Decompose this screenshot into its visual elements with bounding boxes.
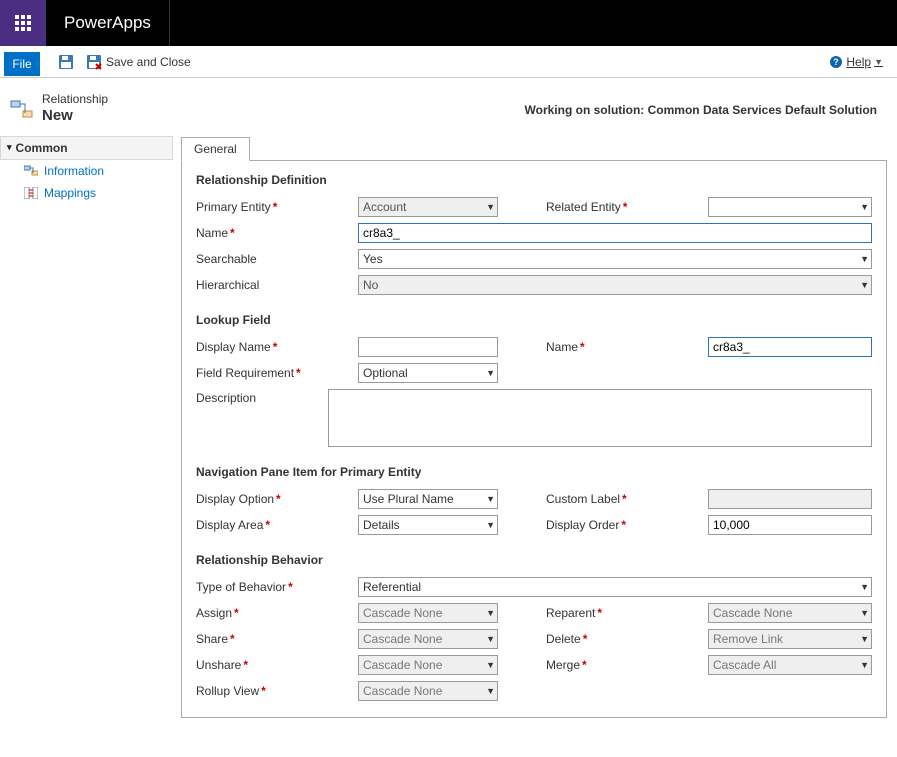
display-order-input[interactable] [708, 515, 872, 535]
unshare-select: Cascade None▼ [358, 655, 498, 675]
section-title-lookup-field: Lookup Field [196, 313, 872, 327]
save-and-close-label: Save and Close [106, 55, 191, 69]
display-area-select[interactable]: Details▼ [358, 515, 498, 535]
sidebar-item-information[interactable]: Information [0, 160, 173, 182]
lookup-name-input[interactable] [708, 337, 872, 357]
relationship-name-input[interactable] [358, 223, 872, 243]
relationship-icon [10, 98, 34, 122]
page-header: Relationship New Working on solution: Co… [0, 78, 897, 126]
breadcrumb: Relationship [42, 92, 108, 107]
share-select: Cascade None▼ [358, 629, 498, 649]
save-button[interactable] [52, 46, 80, 78]
primary-entity-select[interactable]: Account▼ [358, 197, 498, 217]
related-entity-select[interactable]: ▼ [708, 197, 872, 217]
tab-strip: General [181, 136, 887, 160]
file-menu-button[interactable]: File [4, 52, 40, 76]
description-textarea[interactable] [328, 389, 872, 447]
section-title-behavior: Relationship Behavior [196, 553, 872, 567]
sidebar: ▾ Common Information Mappings [0, 136, 173, 204]
merge-select: Cascade All▼ [708, 655, 872, 675]
delete-select: Remove Link▼ [708, 629, 872, 649]
chevron-down-icon: ▾ [7, 142, 12, 153]
sidebar-section-common[interactable]: ▾ Common [0, 136, 173, 160]
information-icon [24, 165, 38, 177]
waffle-icon [15, 15, 31, 31]
brand-name: PowerApps [46, 0, 170, 46]
page-title: New [42, 107, 108, 126]
section-title-nav-pane: Navigation Pane Item for Primary Entity [196, 465, 872, 479]
toolbar: File Save and Close ? Help ▼ [0, 46, 897, 78]
tab-general-panel: Relationship Definition Primary Entity* … [181, 160, 887, 718]
waffle-launcher[interactable] [0, 0, 46, 46]
help-link[interactable]: ? Help ▼ [821, 55, 891, 69]
type-of-behavior-select[interactable]: Referential▼ [358, 577, 872, 597]
field-requirement-select[interactable]: Optional▼ [358, 363, 498, 383]
chevron-down-icon: ▼ [874, 57, 883, 67]
tab-general[interactable]: General [181, 137, 250, 161]
svg-text:?: ? [834, 57, 840, 67]
custom-label-input [708, 489, 872, 509]
help-icon: ? [829, 55, 843, 69]
save-icon [58, 54, 74, 70]
save-and-close-button[interactable]: Save and Close [80, 46, 197, 78]
save-close-icon [86, 54, 102, 70]
rollup-view-select: Cascade None▼ [358, 681, 498, 701]
hierarchical-select[interactable]: No▼ [358, 275, 872, 295]
reparent-select: Cascade None▼ [708, 603, 872, 623]
solution-context: Working on solution: Common Data Service… [525, 103, 887, 117]
section-title-relationship-definition: Relationship Definition [196, 173, 872, 187]
mappings-icon [24, 187, 38, 199]
display-option-select[interactable]: Use Plural Name▼ [358, 489, 498, 509]
searchable-select[interactable]: Yes▼ [358, 249, 872, 269]
titlebar: PowerApps [0, 0, 897, 46]
lookup-display-name-input[interactable] [358, 337, 498, 357]
assign-select: Cascade None▼ [358, 603, 498, 623]
sidebar-item-mappings[interactable]: Mappings [0, 182, 173, 204]
